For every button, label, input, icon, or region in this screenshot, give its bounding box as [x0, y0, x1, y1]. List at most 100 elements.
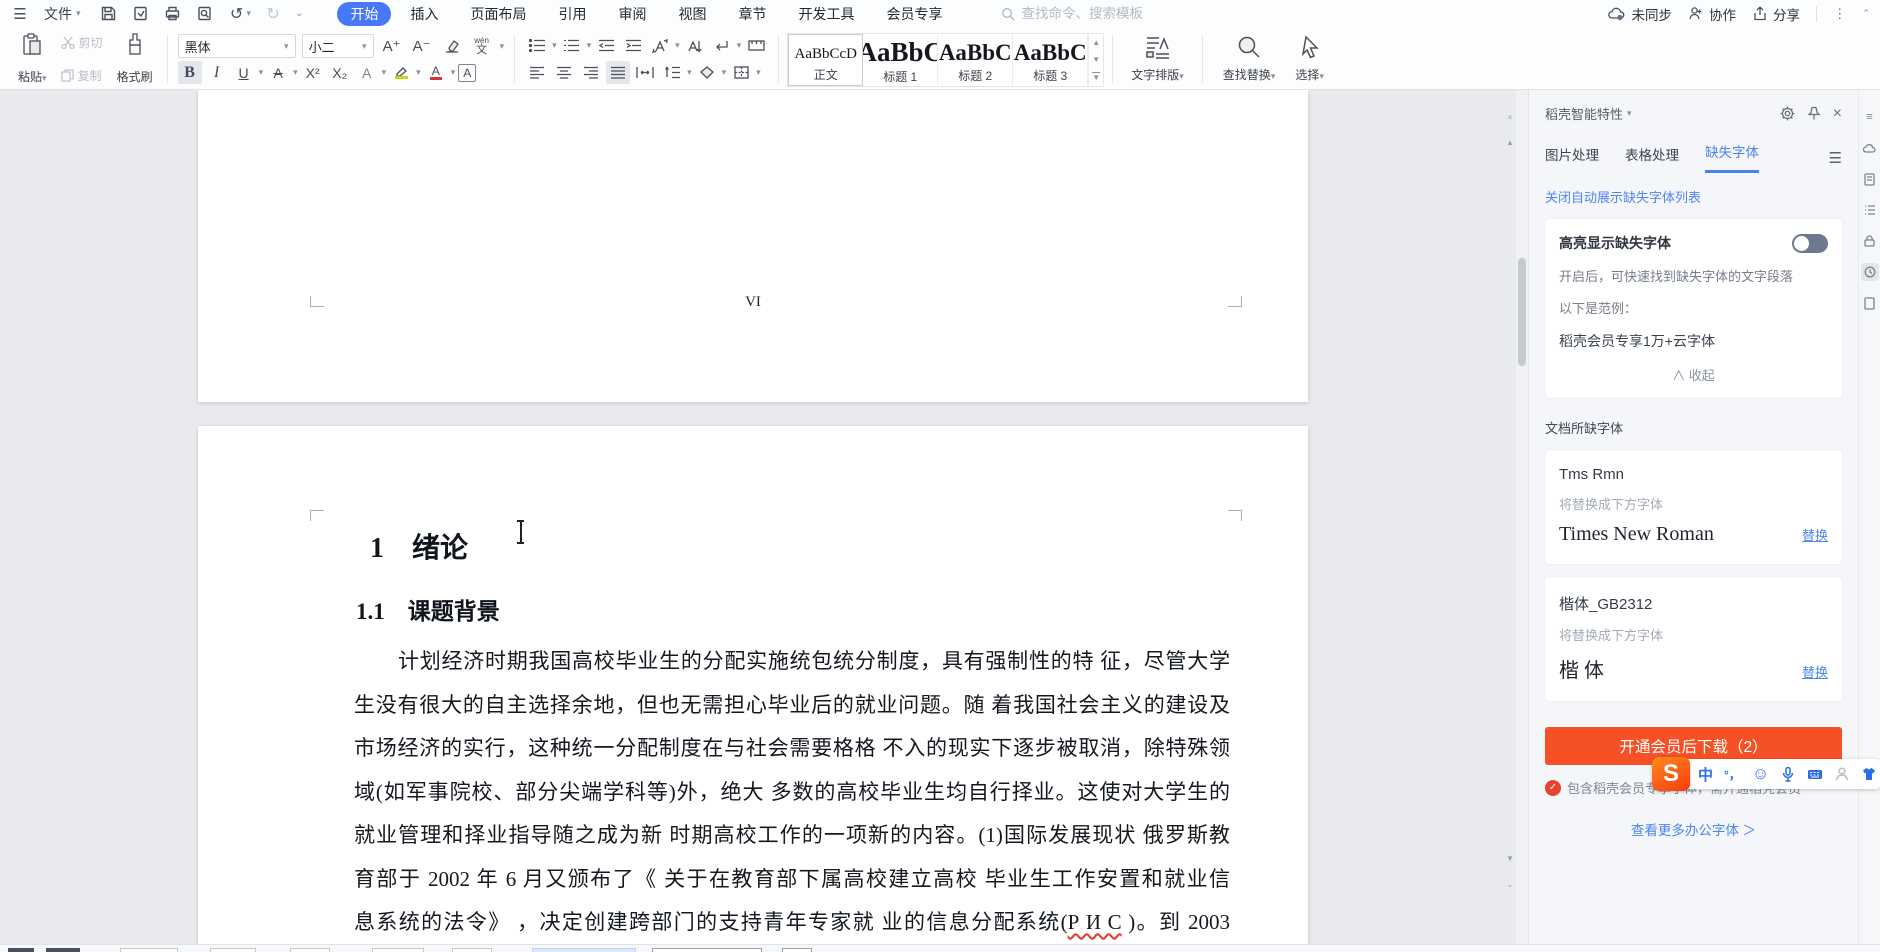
scroll-top-icon[interactable]: ⌅: [1504, 112, 1516, 121]
tab-page-layout[interactable]: 页面布局: [457, 2, 539, 26]
more-fonts-link[interactable]: 查看更多办公字体 ＞: [1545, 819, 1842, 839]
tab-missing-fonts[interactable]: 缺失字体: [1705, 141, 1759, 173]
document-page-previous[interactable]: VI: [198, 90, 1308, 402]
style-heading2[interactable]: AaBbC 标题 2: [938, 33, 1014, 86]
redo-icon[interactable]: ↻: [263, 4, 283, 24]
sync-status[interactable]: 未同步: [1608, 4, 1672, 24]
close-icon[interactable]: ×: [1833, 105, 1842, 123]
bold-button[interactable]: B: [177, 61, 202, 84]
collaborate-button[interactable]: 协作: [1688, 4, 1736, 24]
show-marks-icon[interactable]: [710, 34, 734, 57]
italic-button[interactable]: I: [205, 61, 229, 84]
tab-insert[interactable]: 插入: [397, 2, 451, 26]
collapse-ribbon-icon[interactable]: ⌃: [1862, 8, 1870, 19]
find-replace-button[interactable]: 查找替换▾: [1213, 31, 1286, 87]
statusbar-item[interactable]: [46, 948, 80, 952]
panel-title[interactable]: 稻壳智能特性: [1545, 104, 1623, 123]
underline-button[interactable]: U: [232, 61, 256, 84]
numbered-list-icon[interactable]: [560, 34, 584, 57]
tab-home[interactable]: 开始: [337, 1, 392, 26]
statusbar-item[interactable]: [210, 948, 256, 952]
tab-dev-tools[interactable]: 开发工具: [785, 2, 867, 26]
dock-history-icon[interactable]: [1860, 263, 1879, 281]
share-button[interactable]: 分享: [1752, 4, 1800, 24]
export-icon[interactable]: [131, 4, 151, 24]
statusbar-item[interactable]: [8, 948, 34, 952]
search-input[interactable]: [1021, 6, 1172, 21]
increase-indent-icon[interactable]: [621, 34, 645, 57]
line-spacing-icon[interactable]: [660, 61, 684, 84]
font-color-icon[interactable]: A: [424, 61, 448, 84]
pinyin-caret-icon[interactable]: ▾: [500, 41, 505, 52]
justify-icon[interactable]: [606, 61, 631, 84]
more-menu-icon[interactable]: ⋮: [1833, 6, 1847, 22]
style-heading3[interactable]: AaBbC 标题 3: [1013, 33, 1089, 86]
char-scale-icon[interactable]: [648, 34, 672, 57]
align-center-icon[interactable]: [552, 61, 576, 84]
line-spacing-caret-icon[interactable]: ▾: [687, 67, 692, 78]
text-effects-caret-icon[interactable]: ▾: [382, 67, 387, 78]
borders-icon[interactable]: [729, 61, 753, 84]
tab-review[interactable]: 审阅: [605, 2, 659, 26]
vertical-scrollbar[interactable]: [1516, 90, 1528, 944]
show-marks-caret-icon[interactable]: ▾: [737, 40, 742, 51]
print-icon[interactable]: [163, 4, 183, 24]
align-right-icon[interactable]: [579, 61, 603, 84]
main-menu-icon[interactable]: ☰: [10, 4, 30, 24]
page-setup-icon[interactable]: [744, 34, 768, 57]
highlight-caret-icon[interactable]: ▾: [416, 67, 421, 78]
style-heading1[interactable]: AaBbC 标题 1: [863, 33, 939, 86]
style-normal[interactable]: AaBbCcD 正文: [788, 33, 864, 86]
print-preview-icon[interactable]: [195, 4, 215, 24]
dock-cloud-icon[interactable]: [1861, 139, 1879, 157]
dock-list-icon[interactable]: [1861, 201, 1879, 219]
file-menu[interactable]: 文件 ▾: [44, 4, 81, 24]
text-effects-icon[interactable]: A: [355, 61, 379, 84]
tab-references[interactable]: 引用: [545, 2, 599, 26]
document-canvas[interactable]: VI 1 绪论 1.1 课题背景 计划经济时期我国高校毕业生的分配实施统包统分制…: [0, 90, 1516, 944]
font-name-select[interactable]: 黑体 ▾: [177, 34, 296, 58]
document-page[interactable]: 1 绪论 1.1 课题背景 计划经济时期我国高校毕业生的分配实施统包统分制度，具…: [198, 426, 1308, 944]
styles-down-icon[interactable]: ▼: [1092, 55, 1100, 64]
char-scale-caret-icon[interactable]: ▾: [675, 40, 680, 51]
scrollbar-thumb[interactable]: [1518, 258, 1526, 366]
styles-expand-icon[interactable]: ▼: [1092, 71, 1101, 82]
bullet-caret-icon[interactable]: ▾: [552, 40, 557, 51]
font-size-select[interactable]: 小二 ▾: [301, 34, 374, 58]
strikethrough-button[interactable]: A: [266, 61, 290, 84]
replace-link[interactable]: 替换: [1802, 662, 1828, 681]
ime-emoji-icon[interactable]: ☺: [1752, 764, 1769, 784]
cut-button[interactable]: 剪切: [60, 34, 103, 51]
align-left-icon[interactable]: [525, 61, 549, 84]
highlight-toggle[interactable]: [1792, 233, 1828, 253]
char-border-icon[interactable]: A: [458, 63, 477, 82]
tab-member[interactable]: 会员专享: [873, 2, 955, 26]
strikethrough-caret-icon[interactable]: ▾: [293, 67, 298, 78]
select-button[interactable]: 选择▾: [1285, 31, 1334, 87]
ime-mic-icon[interactable]: [1780, 766, 1796, 782]
pin-icon[interactable]: [1807, 106, 1821, 121]
highlight-color-icon[interactable]: [389, 61, 413, 84]
format-painter-button[interactable]: 格式刷: [113, 31, 157, 87]
ime-lang-toggle[interactable]: 中: [1698, 764, 1713, 785]
collapse-button[interactable]: ∧ 收起: [1559, 365, 1828, 384]
scroll-up-icon[interactable]: ▲: [1504, 138, 1516, 147]
statusbar-item[interactable]: [782, 948, 812, 952]
replace-link[interactable]: 替换: [1802, 525, 1828, 544]
panel-title-caret-icon[interactable]: ▾: [1627, 108, 1632, 119]
gear-icon[interactable]: [1780, 106, 1795, 121]
ime-keyboard-icon[interactable]: [1807, 766, 1823, 782]
font-color-caret-icon[interactable]: ▾: [451, 67, 456, 78]
shading-icon[interactable]: [695, 61, 719, 84]
paste-button[interactable]: 粘贴▾: [14, 31, 51, 87]
distribute-icon[interactable]: [633, 61, 657, 84]
statusbar-item[interactable]: [652, 948, 762, 952]
styles-up-icon[interactable]: ▲: [1092, 38, 1100, 47]
decrease-font-icon[interactable]: A⁻: [410, 35, 434, 58]
dock-menu-icon[interactable]: ≡: [1861, 108, 1879, 126]
ime-punctuation-toggle[interactable]: °，: [1724, 766, 1741, 783]
scroll-down-icon[interactable]: ▼: [1504, 854, 1516, 863]
statusbar-item-active[interactable]: [532, 948, 636, 952]
ime-profile-icon[interactable]: [1834, 766, 1850, 782]
save-icon[interactable]: [99, 4, 119, 24]
